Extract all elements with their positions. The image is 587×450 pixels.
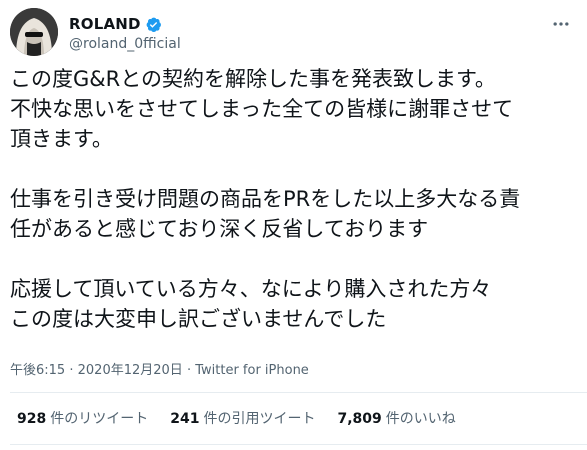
verified-badge-icon xyxy=(145,16,162,33)
quote-tweets-stat[interactable]: 241 件の引用ツイート xyxy=(170,408,315,428)
likes-count: 7,809 xyxy=(337,411,382,427)
divider xyxy=(10,392,587,393)
likes-stat[interactable]: 7,809 件のいいね xyxy=(337,408,455,428)
tweet-date[interactable]: 2020年12月20日 xyxy=(78,363,183,378)
tweet-text: この度G&Rとの契約を解除した事を発表致します。 不快な思いをさせてしまった全て… xyxy=(10,64,580,334)
tweet-paragraph: この度G&Rとの契約を解除した事を発表致します。 不快な思いをさせてしまった全て… xyxy=(10,64,580,154)
meta-separator: · xyxy=(69,363,74,378)
tweet-paragraph: 仕事を引き受け問題の商品をPRをした以上多大なる責 任があると感じており深く反省… xyxy=(10,184,580,244)
tweet-line: この度G&Rとの契約を解除した事を発表致します。 xyxy=(10,67,496,91)
tweet-line: 応援して頂いている方々、なにより購入された方々 xyxy=(10,277,492,301)
tweet-source[interactable]: Twitter for iPhone xyxy=(195,363,309,378)
tweet-meta: 午後6:15 · 2020年12月20日 · Twitter for iPhon… xyxy=(10,359,309,378)
avatar[interactable] xyxy=(10,8,58,56)
quotes-label: 件の引用ツイート xyxy=(203,411,316,427)
retweets-label: 件のリツイート xyxy=(50,411,149,427)
meta-separator: · xyxy=(186,363,192,378)
tweet-line: 不快な思いをさせてしまった全ての皆様に謝罪させて xyxy=(10,97,514,121)
quotes-count: 241 xyxy=(170,411,200,427)
tweet-time[interactable]: 午後6:15 xyxy=(10,363,65,378)
display-name[interactable]: ROLAND xyxy=(69,15,141,33)
tweet-stats: 928 件のリツイート 241 件の引用ツイート 7,809 件のいいね xyxy=(17,408,478,428)
author-info: ROLAND @roland_0fficial xyxy=(69,14,181,52)
tweet-line: この度は大変申し訳ございませんでした xyxy=(10,307,387,331)
tweet-line: 仕事を引き受け問題の商品をPRをした以上多大なる責 xyxy=(10,187,521,211)
avatar-image xyxy=(10,8,58,56)
tweet-line: 任があると感じており深く反省しております xyxy=(10,217,429,241)
handle[interactable]: @roland_0fficial xyxy=(69,36,181,52)
tweet-paragraph: 応援して頂いている方々、なにより購入された方々 この度は大変申し訳ございませんで… xyxy=(10,274,580,334)
tweet-line: 頂きます。 xyxy=(10,127,113,151)
divider xyxy=(10,444,587,445)
more-options-icon[interactable] xyxy=(549,12,573,36)
likes-label: 件のいいね xyxy=(385,411,456,427)
retweets-count: 928 xyxy=(17,411,47,427)
retweets-stat[interactable]: 928 件のリツイート xyxy=(17,408,148,428)
